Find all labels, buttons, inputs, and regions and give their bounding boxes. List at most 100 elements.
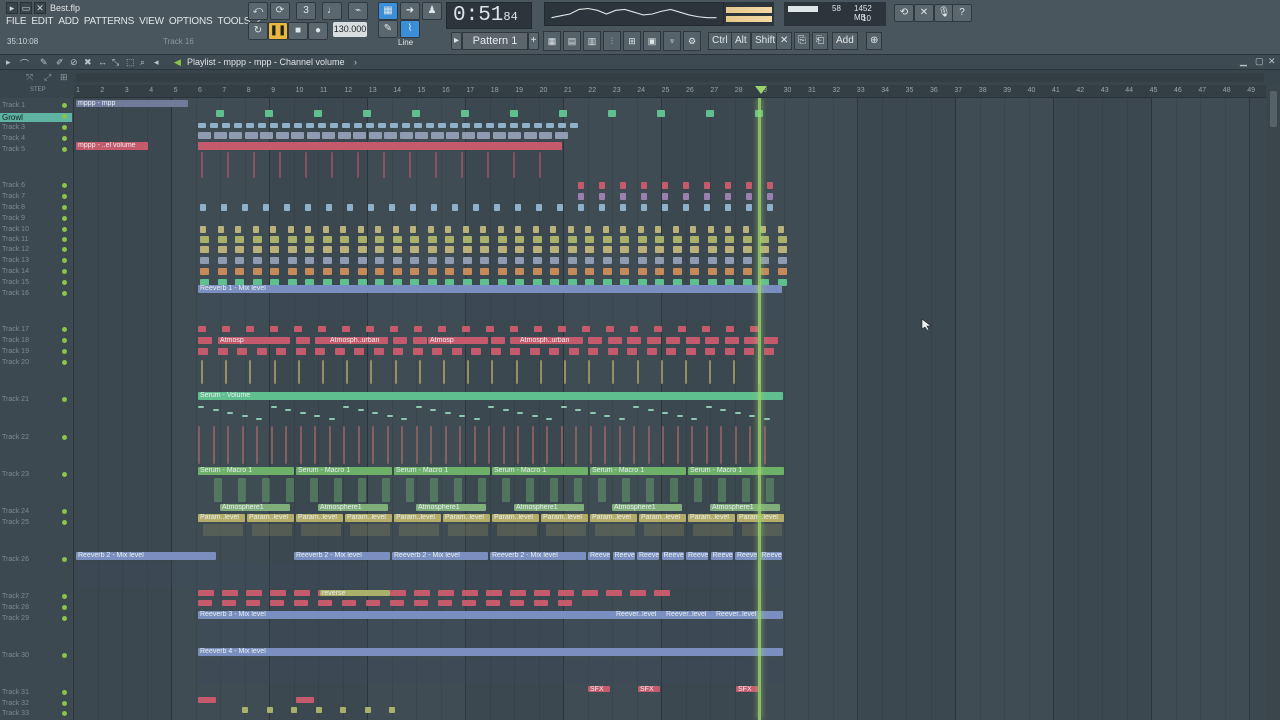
growl-clip[interactable] (657, 110, 665, 117)
note-clip[interactable] (318, 600, 332, 606)
note-clip[interactable] (263, 204, 269, 211)
resize-icon[interactable]: ⤢ (44, 72, 51, 83)
automation-curve[interactable] (331, 152, 333, 178)
menu-tools[interactable]: TOOLS (217, 16, 250, 27)
note-clip[interactable] (742, 246, 752, 253)
track-name[interactable]: Track 5 (2, 146, 25, 153)
note-clip[interactable] (322, 132, 335, 139)
automation-curve[interactable] (386, 415, 393, 417)
note-clip[interactable] (707, 268, 717, 275)
note-clip[interactable] (305, 226, 311, 233)
automation-curve[interactable] (718, 478, 726, 502)
note-clip[interactable] (558, 326, 566, 332)
note-clip[interactable] (305, 257, 314, 264)
automation-curve[interactable] (644, 524, 684, 536)
note-clip[interactable] (725, 236, 734, 243)
note-clip[interactable] (490, 337, 505, 344)
track-mute-led[interactable] (62, 509, 67, 514)
note-clip[interactable] (620, 182, 626, 189)
automation-curve[interactable] (253, 152, 255, 178)
automation-curve[interactable] (473, 426, 476, 464)
note-clip[interactable] (760, 257, 769, 264)
note-clip[interactable] (200, 257, 209, 264)
track-mute-led[interactable] (62, 360, 67, 365)
atmosphere-clip[interactable]: Atmosphere1 (612, 504, 682, 511)
note-clip[interactable] (486, 326, 494, 332)
note-clip[interactable] (637, 268, 647, 275)
automation-curve[interactable] (720, 409, 726, 411)
note-clip[interactable] (536, 204, 542, 211)
atmosphere-clip[interactable]: Atmosp (428, 337, 488, 344)
automation-curve[interactable] (526, 478, 534, 502)
note-clip[interactable] (322, 268, 332, 275)
automation-clip[interactable] (198, 142, 562, 150)
pause-button[interactable]: ❚❚ (268, 22, 288, 40)
note-clip[interactable] (508, 132, 521, 139)
metronome-icon[interactable]: ♩ (322, 2, 342, 20)
stamp-icon[interactable]: ♟ (422, 2, 442, 20)
record-mode-icon[interactable]: ⟳ (270, 2, 290, 20)
automation-curve[interactable] (444, 426, 447, 464)
refresh-icon[interactable]: ⟲ (894, 4, 914, 22)
automation-clip[interactable]: Serum - Macro 1 (590, 467, 686, 475)
time-sig-icon[interactable]: 3 (296, 2, 316, 20)
note-clip[interactable] (461, 132, 475, 139)
note-clip[interactable] (637, 257, 647, 264)
note-clip[interactable] (410, 204, 416, 211)
tempo-display[interactable]: 130.000 (333, 22, 367, 37)
automation-curve[interactable] (502, 426, 505, 464)
note-clip[interactable] (431, 204, 437, 211)
track-mute-led[interactable] (62, 247, 67, 252)
note-clip[interactable] (200, 226, 206, 233)
note-clip[interactable] (705, 348, 715, 355)
automation-clip[interactable]: Param..level (590, 514, 637, 522)
note-clip[interactable] (375, 257, 384, 264)
growl-clip[interactable] (559, 110, 567, 117)
note-clip[interactable] (567, 268, 577, 275)
note-clip[interactable] (375, 226, 381, 233)
automation-clip[interactable]: Reever..level (614, 611, 664, 619)
note-clip[interactable] (222, 123, 230, 128)
automation-curve[interactable] (310, 478, 318, 502)
growl-clip[interactable] (461, 110, 469, 117)
paste-icon[interactable]: ⎗ (812, 32, 828, 50)
track-name[interactable]: Track 15 (2, 279, 29, 286)
note-clip[interactable] (662, 193, 668, 200)
note-clip[interactable] (620, 257, 629, 264)
menu-options[interactable]: OPTIONS (169, 16, 213, 27)
note-clip[interactable] (438, 600, 452, 606)
note-clip[interactable] (291, 132, 304, 139)
menu-patterns[interactable]: PATTERNS (84, 16, 134, 27)
track-mute-led[interactable] (62, 280, 67, 285)
menu-file[interactable]: FILE (6, 16, 27, 27)
note-clip[interactable] (724, 337, 739, 344)
note-clip[interactable] (777, 246, 787, 253)
note-clip[interactable] (427, 257, 437, 264)
note-clip[interactable] (305, 204, 311, 211)
automation-curve[interactable] (705, 406, 712, 408)
automation-curve[interactable] (241, 426, 244, 464)
plugin-picker-icon[interactable]: ⊞ (623, 31, 641, 51)
link-icon[interactable]: ✕ (914, 4, 934, 22)
help-icon[interactable]: ? (952, 4, 972, 22)
copy-icon[interactable]: ⎘ (794, 32, 810, 50)
note-clip[interactable] (725, 246, 734, 253)
note-clip[interactable] (570, 123, 578, 128)
track-mute-led[interactable] (62, 258, 67, 263)
automation-curve[interactable] (676, 415, 683, 417)
note-clip[interactable] (252, 226, 259, 233)
close-icon[interactable]: ✕ (34, 2, 46, 14)
note-clip[interactable] (486, 600, 500, 606)
track-mute-led[interactable] (62, 594, 67, 599)
note-clip[interactable] (746, 182, 752, 189)
note-clip[interactable] (200, 246, 209, 253)
note-clip[interactable] (742, 226, 749, 233)
track-mute-led[interactable] (62, 205, 67, 210)
automation-curve[interactable] (574, 478, 582, 502)
note-clip[interactable] (746, 193, 752, 200)
automation-curve[interactable] (383, 152, 385, 178)
automation-clip[interactable]: Reeverb 1 - Mix level (198, 285, 782, 293)
automation-curve[interactable] (343, 406, 349, 408)
automation-curve[interactable] (334, 478, 342, 502)
note-clip[interactable] (666, 337, 680, 344)
